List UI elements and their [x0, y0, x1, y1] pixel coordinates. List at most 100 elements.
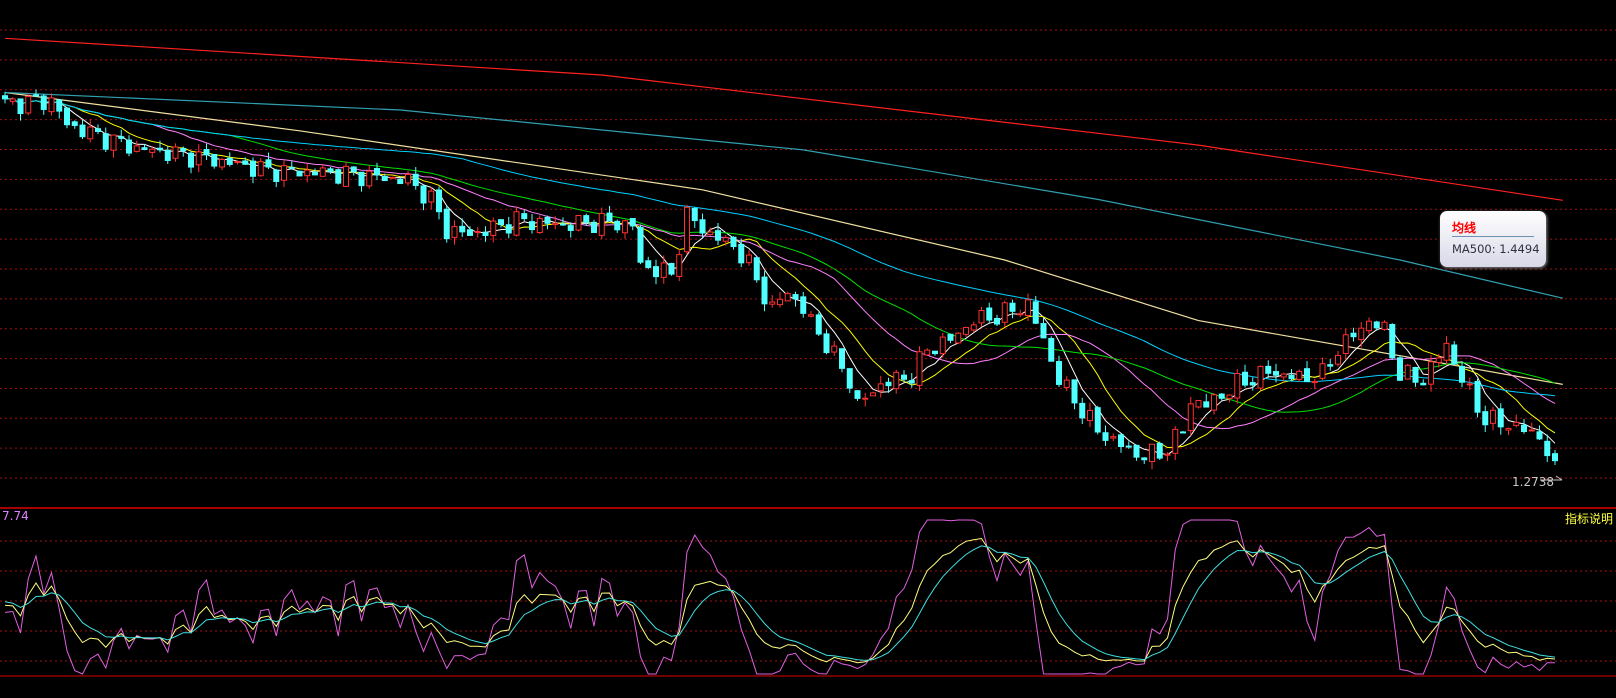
candle-down[interactable] [1040, 317, 1047, 339]
candle-down[interactable] [288, 160, 295, 170]
candle-down[interactable] [1304, 361, 1310, 382]
candle-up[interactable] [1505, 427, 1512, 436]
candle-down[interactable] [505, 216, 512, 239]
candle-up[interactable] [110, 134, 117, 158]
candle-up[interactable] [777, 292, 783, 308]
candle-down[interactable] [1133, 444, 1140, 461]
candle-down[interactable] [1156, 441, 1163, 461]
candle-down[interactable] [1009, 299, 1016, 319]
candle-down[interactable] [1397, 355, 1403, 382]
candle-down[interactable] [188, 150, 194, 174]
candle-down[interactable] [1242, 364, 1248, 388]
candle-down[interactable] [715, 222, 721, 246]
candle-up[interactable] [343, 161, 349, 188]
candle-down[interactable] [1141, 457, 1148, 464]
candle-down[interactable] [629, 218, 636, 231]
candle-down[interactable] [1420, 379, 1427, 386]
candle-down[interactable] [986, 302, 993, 323]
candle-down[interactable] [436, 186, 442, 220]
candle-up[interactable] [1017, 309, 1024, 318]
candle-up[interactable] [9, 97, 16, 105]
candle-down[interactable] [1079, 397, 1086, 425]
candle-up[interactable] [808, 311, 814, 318]
candle-down[interactable] [1521, 418, 1527, 434]
candle-down[interactable] [312, 168, 318, 176]
candle-down[interactable] [1265, 360, 1272, 378]
candle-up[interactable] [87, 119, 94, 143]
candle-down[interactable] [932, 350, 938, 356]
candle-up[interactable] [1195, 400, 1202, 409]
candle-up[interactable] [676, 248, 683, 282]
candle-down[interactable] [645, 256, 652, 270]
candle-up[interactable] [769, 295, 776, 308]
candle-up[interactable] [319, 164, 326, 177]
candle-down[interactable] [753, 256, 760, 283]
candle-down[interactable] [17, 98, 24, 121]
candle-down[interactable] [1203, 393, 1210, 408]
candle-up[interactable] [622, 219, 628, 239]
candle-up[interactable] [1366, 317, 1372, 335]
candle-down[interactable] [102, 127, 109, 153]
candle-down[interactable] [296, 170, 303, 177]
candle-up[interactable] [1001, 300, 1008, 328]
candle-up[interactable] [474, 227, 481, 238]
candle-down[interactable] [126, 135, 132, 157]
candle-up[interactable] [862, 392, 869, 407]
candle-up[interactable] [1311, 378, 1318, 390]
candle-up[interactable] [1513, 414, 1520, 428]
candle-up[interactable] [1257, 365, 1264, 391]
candle-down[interactable] [2, 91, 8, 104]
candle-up[interactable] [1110, 433, 1117, 442]
candle-down[interactable] [567, 222, 574, 238]
candle-up[interactable] [195, 144, 202, 173]
candle-up[interactable] [257, 157, 264, 177]
candle-down[interactable] [1350, 327, 1357, 342]
candle-down[interactable] [792, 291, 799, 307]
candle-up[interactable] [1335, 350, 1341, 367]
candle-up[interactable] [598, 207, 605, 239]
candle-down[interactable] [606, 205, 613, 222]
candle-up[interactable] [451, 220, 458, 245]
candle-down[interactable] [815, 312, 822, 336]
candle-down[interactable] [521, 209, 528, 222]
candle-down[interactable] [1118, 433, 1124, 453]
candle-down[interactable] [443, 205, 450, 243]
candle-up[interactable] [389, 176, 396, 179]
candle-down[interactable] [730, 236, 737, 250]
candle-down[interactable] [1389, 323, 1396, 360]
candle-down[interactable] [908, 373, 915, 388]
candle-down[interactable] [1412, 366, 1419, 387]
candle-up[interactable] [1404, 363, 1411, 380]
candle-down[interactable] [591, 219, 597, 234]
candle-up[interactable] [877, 375, 884, 398]
candle-down[interactable] [761, 271, 768, 312]
candle-up[interactable] [963, 326, 969, 337]
candle-down[interactable] [854, 389, 861, 401]
candle-down[interactable] [823, 329, 830, 355]
candle-down[interactable] [1544, 434, 1551, 463]
candlestick-chart[interactable] [0, 0, 1616, 698]
candle-up[interactable] [48, 93, 55, 116]
candle-up[interactable] [428, 187, 435, 210]
candle-up[interactable] [1319, 357, 1326, 381]
candle-up[interactable] [1443, 336, 1450, 365]
candle-down[interactable] [420, 184, 427, 211]
candle-down[interactable] [699, 213, 706, 239]
indicator-help-link[interactable]: 指标说明 [1565, 510, 1613, 527]
candle-down[interactable] [358, 171, 365, 192]
candle-up[interactable] [219, 157, 225, 171]
candle-down[interactable] [226, 152, 233, 167]
candle-up[interactable] [1234, 369, 1241, 404]
candle-up[interactable] [1296, 369, 1303, 382]
candle-down[interactable] [79, 119, 86, 139]
candle-down[interactable] [467, 226, 473, 237]
candle-down[interactable] [529, 213, 535, 234]
candle-down[interactable] [1327, 359, 1334, 371]
candle-down[interactable] [350, 166, 357, 176]
candle-down[interactable] [203, 143, 210, 160]
candle-up[interactable] [1149, 443, 1155, 470]
candle-up[interactable] [1187, 396, 1194, 436]
candle-up[interactable] [870, 391, 876, 397]
candle-up[interactable] [831, 340, 838, 356]
candle-down[interactable] [1459, 361, 1465, 388]
